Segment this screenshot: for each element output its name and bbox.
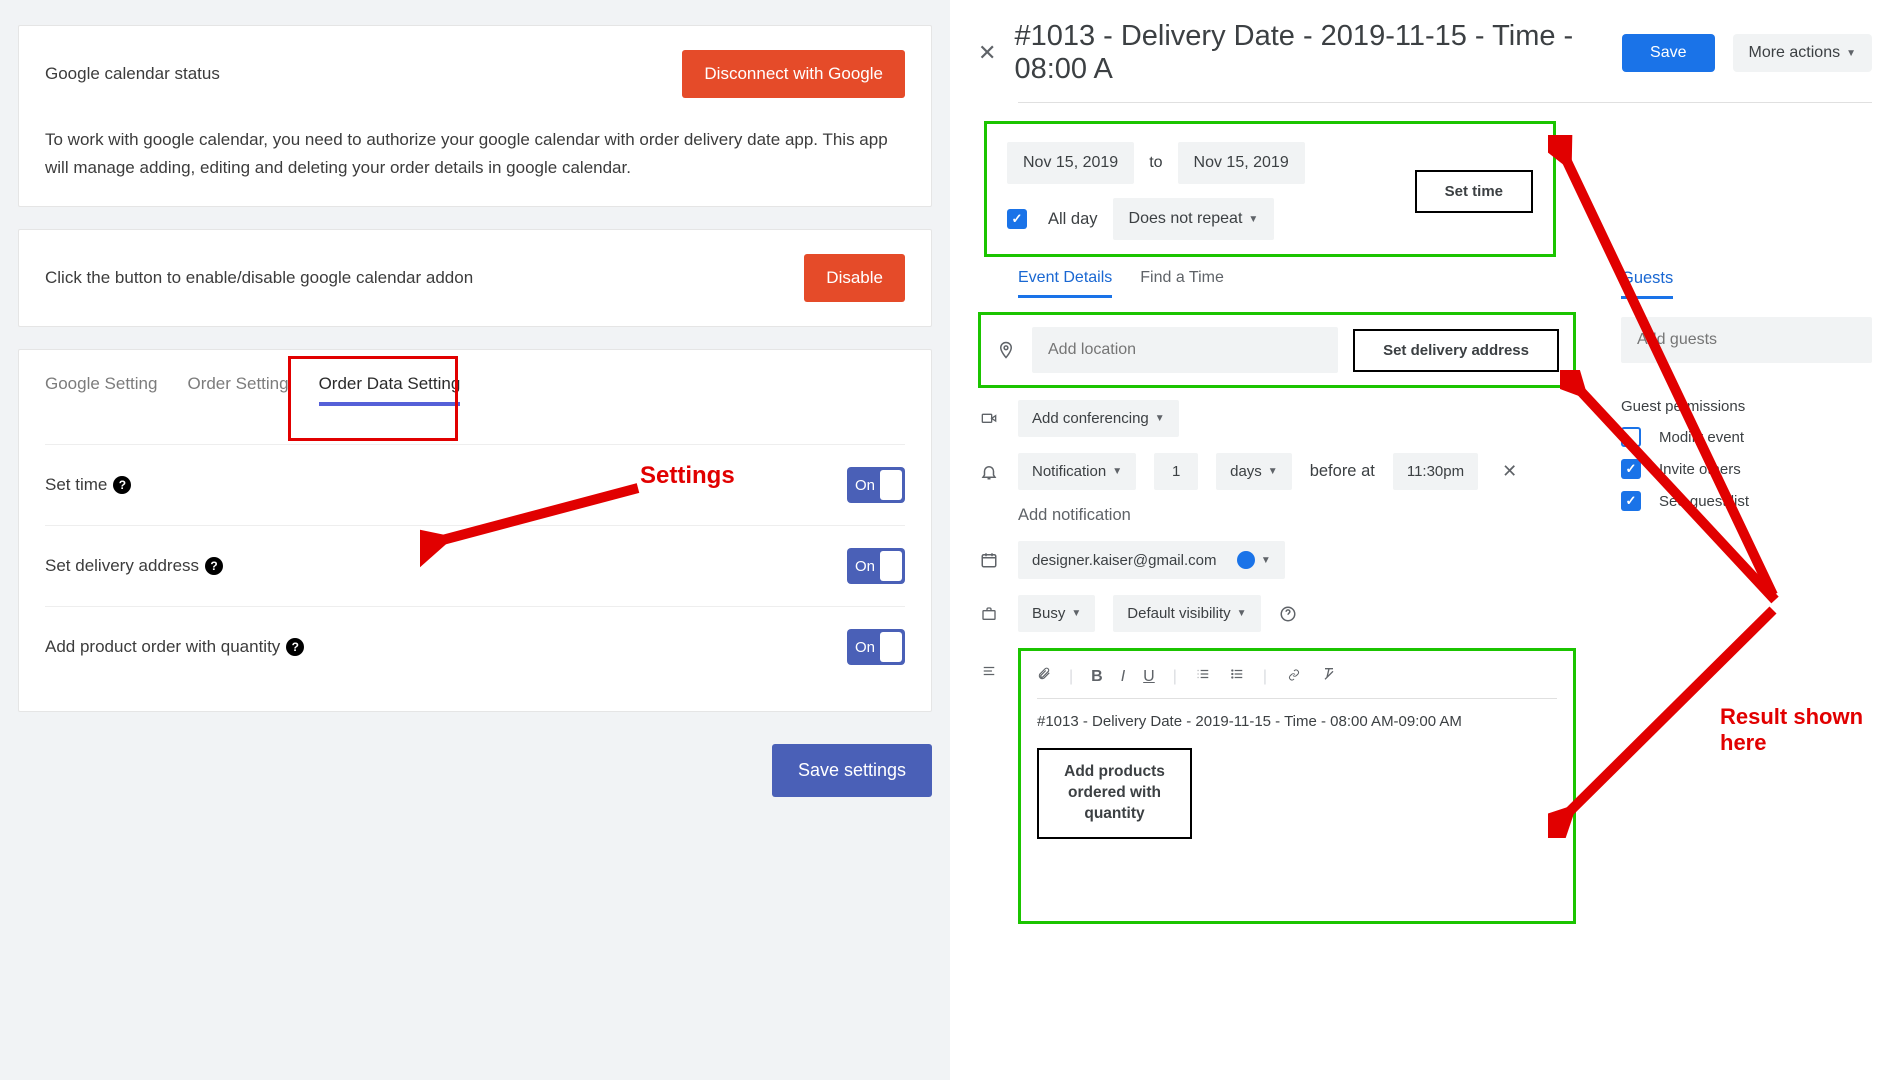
notification-before-label: before at — [1310, 462, 1375, 481]
google-status-desc: To work with google calendar, you need t… — [45, 126, 905, 182]
settings-panel: Google calendar status Disconnect with G… — [0, 0, 950, 1080]
enable-addon-card: Click the button to enable/disable googl… — [18, 229, 932, 327]
tab-google-setting[interactable]: Google Setting — [45, 374, 157, 404]
google-status-card: Google calendar status Disconnect with G… — [18, 25, 932, 207]
date-to-label: to — [1149, 154, 1162, 172]
description-text[interactable]: #1013 - Delivery Date - 2019-11-15 - Tim… — [1037, 713, 1557, 730]
settings-tabs: Google Setting Order Setting Order Data … — [45, 374, 905, 404]
more-actions-button[interactable]: More actions ▼ — [1733, 34, 1873, 72]
gc-main-col: Event Details Find a Time Set delivery a… — [978, 269, 1576, 924]
annotation-result-label: Result shown here — [1720, 704, 1900, 756]
notification-type-dropdown[interactable]: Notification ▼ — [1018, 453, 1136, 490]
description-highlight: | B I U | | — [1018, 648, 1576, 924]
all-day-label: All day — [1048, 210, 1098, 229]
gc-tabs: Event Details Find a Time — [978, 269, 1576, 298]
order-data-settings-card: Google Setting Order Setting Order Data … — [18, 349, 932, 712]
calendar-color-dot — [1237, 551, 1255, 569]
desc-toolbar: | B I U | | — [1037, 665, 1557, 699]
annotation-settings-label: Settings — [640, 462, 735, 490]
list-ol-icon[interactable] — [1195, 667, 1211, 686]
video-icon — [978, 411, 1000, 427]
notification-time-input[interactable]: 11:30pm — [1393, 453, 1478, 490]
close-icon[interactable]: ✕ — [978, 40, 996, 66]
perm-modify-event[interactable]: Modify event — [1621, 427, 1872, 447]
conferencing-dropdown[interactable]: Add conferencing ▼ — [1018, 400, 1179, 437]
google-calendar-panel: ✕ #1013 - Delivery Date - 2019-11-15 - T… — [950, 0, 1900, 1080]
toggle-set-time[interactable]: On — [847, 467, 905, 503]
bell-icon — [978, 462, 1000, 482]
repeat-dropdown[interactable]: Does not repeat ▼ — [1113, 198, 1275, 240]
clear-format-icon[interactable] — [1321, 666, 1337, 687]
option-set-time-label: Set time — [45, 475, 107, 495]
toggle-set-address[interactable]: On — [847, 548, 905, 584]
checkbox-invite-others[interactable]: ✓ — [1621, 459, 1641, 479]
help-icon[interactable]: ? — [286, 638, 304, 656]
italic-icon[interactable]: I — [1121, 668, 1125, 686]
disconnect-google-button[interactable]: Disconnect with Google — [682, 50, 905, 98]
anno-add-products: Add products ordered with quantity — [1037, 748, 1192, 839]
option-set-time: Set time ? On — [45, 444, 905, 525]
tab-order-data-setting[interactable]: Order Data Setting — [319, 374, 461, 404]
bold-icon[interactable]: B — [1091, 668, 1103, 686]
save-settings-button[interactable]: Save settings — [772, 744, 932, 797]
notification-value-input[interactable]: 1 — [1154, 453, 1198, 490]
option-set-address: Set delivery address ? On — [45, 525, 905, 606]
save-row: Save settings — [18, 744, 932, 797]
date-from[interactable]: Nov 15, 2019 — [1007, 142, 1134, 184]
tab-event-details[interactable]: Event Details — [1018, 269, 1112, 298]
location-icon — [995, 339, 1017, 361]
perm-invite-others[interactable]: ✓ Invite others — [1621, 459, 1872, 479]
option-add-product-label: Add product order with quantity — [45, 637, 280, 657]
busy-dropdown[interactable]: Busy ▼ — [1018, 595, 1095, 632]
add-notification-button[interactable]: Add notification — [1018, 506, 1131, 525]
help-icon[interactable]: ? — [113, 476, 131, 494]
visibility-help-icon[interactable] — [1279, 605, 1297, 623]
event-title[interactable]: #1013 - Delivery Date - 2019-11-15 - Tim… — [1014, 20, 1604, 86]
google-status-title: Google calendar status — [45, 64, 220, 84]
perm-see-guest-list[interactable]: ✓ See guest list — [1621, 491, 1872, 511]
gc-side-col: Guests Guest permissions Modify event ✓ … — [1621, 269, 1872, 924]
tab-order-setting[interactable]: Order Setting — [187, 374, 288, 404]
attach-icon[interactable] — [1037, 665, 1051, 688]
guests-header[interactable]: Guests — [1621, 269, 1673, 299]
enable-addon-title: Click the button to enable/disable googl… — [45, 268, 473, 288]
checkbox-see-guest-list[interactable]: ✓ — [1621, 491, 1641, 511]
save-event-button[interactable]: Save — [1622, 34, 1714, 72]
date-section-highlight: Nov 15, 2019 to Nov 15, 2019 ✓ All day D… — [984, 121, 1556, 257]
calendar-icon — [978, 551, 1000, 569]
list-ul-icon[interactable] — [1229, 667, 1245, 686]
remove-notification-icon[interactable]: ✕ — [1502, 461, 1517, 482]
add-guests-input[interactable] — [1621, 317, 1872, 363]
option-add-product: Add product order with quantity ? On — [45, 606, 905, 687]
anno-set-address: Set delivery address — [1353, 329, 1559, 372]
briefcase-icon — [978, 606, 1000, 622]
option-set-address-label: Set delivery address — [45, 556, 199, 576]
location-highlight: Set delivery address — [978, 312, 1576, 388]
all-day-checkbox[interactable]: ✓ — [1007, 209, 1027, 229]
help-icon[interactable]: ? — [205, 557, 223, 575]
tab-find-a-time[interactable]: Find a Time — [1140, 269, 1224, 298]
guest-permissions-title: Guest permissions — [1621, 398, 1872, 415]
description-icon — [978, 664, 1000, 924]
gc-header: ✕ #1013 - Delivery Date - 2019-11-15 - T… — [978, 20, 1872, 86]
date-to[interactable]: Nov 15, 2019 — [1178, 142, 1305, 184]
anno-set-time: Set time — [1415, 170, 1533, 213]
underline-icon[interactable]: U — [1143, 668, 1155, 686]
link-icon[interactable] — [1285, 668, 1303, 686]
toggle-add-product[interactable]: On — [847, 629, 905, 665]
checkbox-modify-event[interactable] — [1621, 427, 1641, 447]
visibility-dropdown[interactable]: Default visibility ▼ — [1113, 595, 1260, 632]
notification-unit-dropdown[interactable]: days ▼ — [1216, 453, 1292, 490]
disable-addon-button[interactable]: Disable — [804, 254, 905, 302]
calendar-account-dropdown[interactable]: designer.kaiser@gmail.com ▼ — [1018, 541, 1285, 579]
location-input[interactable] — [1032, 327, 1338, 373]
